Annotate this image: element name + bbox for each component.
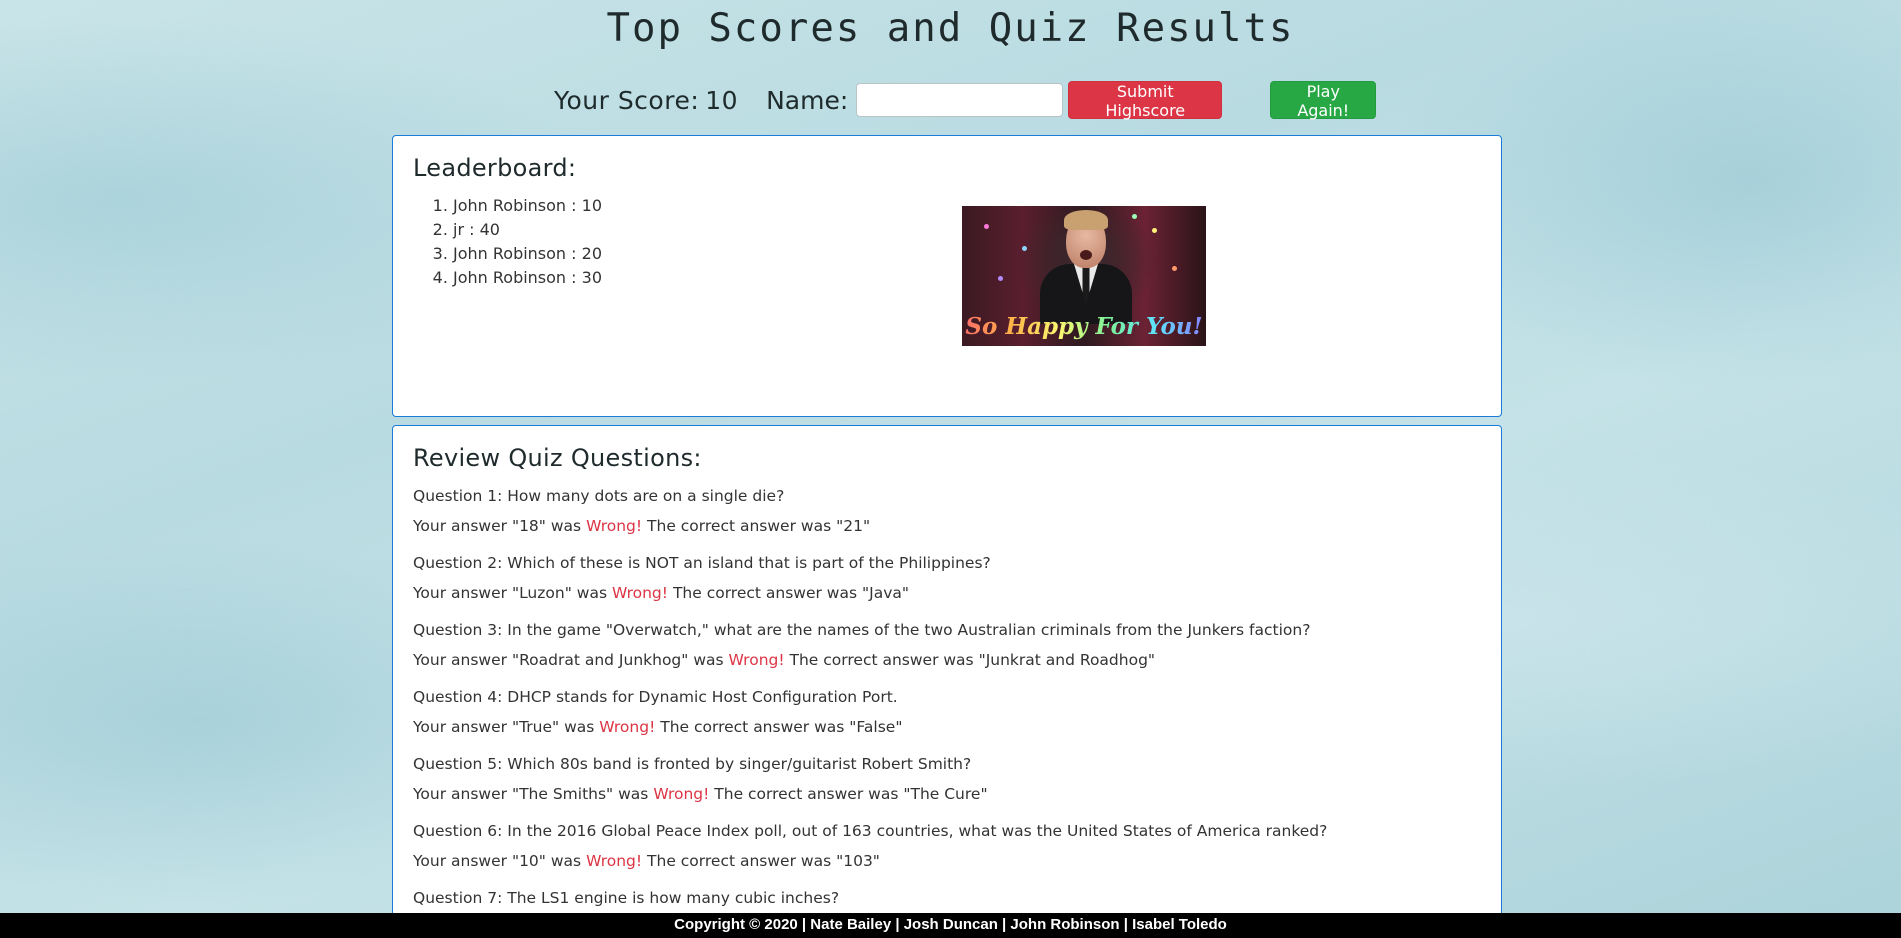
correct-prefix: The correct answer was bbox=[660, 718, 845, 736]
correct-prefix: The correct answer was bbox=[647, 517, 832, 535]
name-label: Name: bbox=[766, 85, 849, 115]
leaderboard-card: Leaderboard: John Robinson : 10 jr : 40 … bbox=[392, 135, 1502, 417]
page-title: Top Scores and Quiz Results bbox=[606, 6, 1295, 51]
answer-was: was bbox=[576, 584, 608, 602]
answer-line: Your answer "The Smiths" was Wrong! The … bbox=[413, 784, 1481, 804]
sparkle-decoration bbox=[1172, 266, 1177, 271]
wrong-label: Wrong! bbox=[599, 718, 656, 736]
your-answer: "True" bbox=[511, 718, 560, 736]
answer-prefix: Your answer bbox=[413, 517, 507, 535]
correct-answer: "Java" bbox=[862, 584, 909, 602]
answer-was: was bbox=[550, 517, 582, 535]
answer-line: Your answer "Roadrat and Junkhog" was Wr… bbox=[413, 650, 1481, 670]
footer-copyright: Copyright © 2020 | Nate Bailey | Josh Du… bbox=[0, 913, 1901, 938]
wrong-label: Wrong! bbox=[653, 785, 710, 803]
leaderboard-list: John Robinson : 10 jr : 40 John Robinson… bbox=[413, 194, 1481, 290]
review-item: Question 7: The LS1 engine is how many c… bbox=[413, 888, 1481, 908]
answer-line: Your answer "Luzon" was Wrong! The corre… bbox=[413, 583, 1481, 603]
answer-prefix: Your answer bbox=[413, 718, 507, 736]
review-card: Review Quiz Questions: Question 1: How m… bbox=[392, 425, 1502, 938]
answer-prefix: Your answer bbox=[413, 852, 507, 870]
answer-prefix: Your answer bbox=[413, 584, 507, 602]
wrong-label: Wrong! bbox=[586, 852, 643, 870]
question-text: Question 6: In the 2016 Global Peace Ind… bbox=[413, 822, 1328, 840]
your-answer: "10" bbox=[511, 852, 546, 870]
answer-prefix: Your answer bbox=[413, 651, 507, 669]
answer-was: was bbox=[693, 651, 724, 669]
correct-answer: "Junkrat and Roadhog" bbox=[978, 651, 1156, 669]
review-item: Question 2: Which of these is NOT an isl… bbox=[413, 553, 1481, 603]
wrong-label: Wrong! bbox=[728, 651, 785, 669]
score-label: Your Score: bbox=[554, 85, 700, 115]
your-answer: "Luzon" bbox=[511, 584, 572, 602]
correct-answer: "False" bbox=[849, 718, 903, 736]
answer-prefix: Your answer bbox=[413, 785, 507, 803]
correct-answer: "103" bbox=[836, 852, 880, 870]
review-list: Question 1: How many dots are on a singl… bbox=[413, 486, 1481, 908]
review-item: Question 1: How many dots are on a singl… bbox=[413, 486, 1481, 536]
your-answer: "18" bbox=[511, 517, 546, 535]
question-text: Question 1: How many dots are on a singl… bbox=[413, 487, 785, 505]
question-text: Question 4: DHCP stands for Dynamic Host… bbox=[413, 688, 898, 706]
your-answer: "The Smiths" bbox=[511, 785, 614, 803]
correct-prefix: The correct answer was bbox=[714, 785, 899, 803]
name-input[interactable] bbox=[856, 83, 1064, 117]
question-text: Question 2: Which of these is NOT an isl… bbox=[413, 554, 991, 572]
review-heading: Review Quiz Questions: bbox=[413, 444, 702, 472]
answer-line: Your answer "18" was Wrong! The correct … bbox=[413, 516, 1481, 536]
sparkle-decoration bbox=[998, 276, 1003, 281]
score-value: 10 bbox=[705, 85, 739, 115]
gif-caption: So Happy For You! bbox=[962, 313, 1206, 340]
your-answer: "Roadrat and Junkhog" bbox=[511, 651, 689, 669]
correct-prefix: The correct answer was bbox=[672, 584, 858, 602]
score-bar: Your Score: 10 Name: Submit Highscore Pl… bbox=[554, 80, 1377, 120]
answer-was: was bbox=[618, 785, 649, 803]
wrong-label: Wrong! bbox=[611, 584, 668, 602]
gif-person-hair bbox=[1064, 210, 1108, 230]
answer-line: Your answer "10" was Wrong! The correct … bbox=[413, 851, 1481, 871]
review-item: Question 5: Which 80s band is fronted by… bbox=[413, 754, 1481, 804]
review-item: Question 4: DHCP stands for Dynamic Host… bbox=[413, 687, 1481, 737]
play-again-button[interactable]: Play Again! bbox=[1270, 81, 1377, 120]
review-item: Question 6: In the 2016 Global Peace Ind… bbox=[413, 821, 1481, 871]
correct-answer: "The Cure" bbox=[903, 785, 988, 803]
question-text: Question 5: Which 80s band is fronted by… bbox=[413, 755, 972, 773]
answer-was: was bbox=[564, 718, 595, 736]
question-text: Question 7: The LS1 engine is how many c… bbox=[413, 889, 840, 907]
sparkle-decoration bbox=[1132, 214, 1137, 219]
sparkle-decoration bbox=[1152, 228, 1157, 233]
submit-highscore-button[interactable]: Submit Highscore bbox=[1068, 81, 1223, 120]
sparkle-decoration bbox=[1022, 246, 1027, 251]
gif-person-mouth bbox=[1080, 250, 1092, 260]
correct-answer: "21" bbox=[836, 517, 871, 535]
wrong-label: Wrong! bbox=[586, 517, 643, 535]
question-text: Question 3: In the game "Overwatch," wha… bbox=[413, 621, 1311, 639]
sparkle-decoration bbox=[984, 224, 989, 229]
leaderboard-heading: Leaderboard: bbox=[413, 154, 577, 182]
correct-prefix: The correct answer was bbox=[789, 651, 974, 669]
answer-was: was bbox=[550, 852, 582, 870]
review-item: Question 3: In the game "Overwatch," wha… bbox=[413, 620, 1481, 670]
correct-prefix: The correct answer was bbox=[647, 852, 832, 870]
celebration-gif: So Happy For You! bbox=[962, 206, 1206, 346]
answer-line: Your answer "True" was Wrong! The correc… bbox=[413, 717, 1481, 737]
